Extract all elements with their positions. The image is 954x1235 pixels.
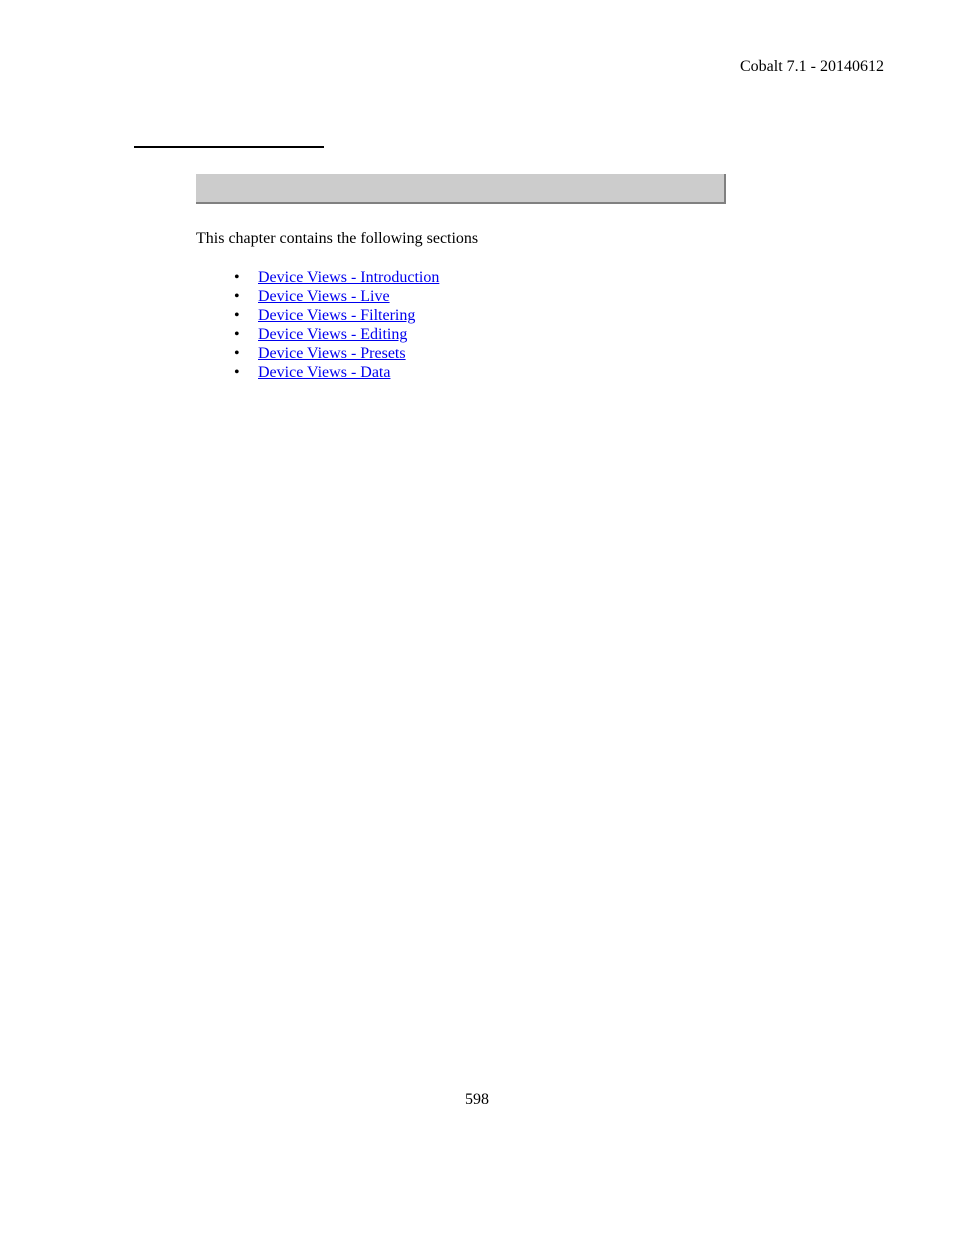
link-device-views-introduction[interactable]: Device Views - Introduction [258, 269, 439, 286]
page-number: 598 [0, 1091, 954, 1109]
list-item: Device Views - Data [228, 363, 439, 382]
divider-rule [134, 146, 324, 148]
list-item: Device Views - Presets [228, 344, 439, 363]
list-item: Device Views - Editing [228, 325, 439, 344]
section-link-list: Device Views - Introduction Device Views… [228, 268, 439, 382]
link-device-views-live[interactable]: Device Views - Live [258, 288, 390, 305]
section-title-bar [196, 174, 726, 204]
chapter-intro-text: This chapter contains the following sect… [196, 230, 478, 248]
list-item: Device Views - Filtering [228, 306, 439, 325]
link-device-views-presets[interactable]: Device Views - Presets [258, 345, 406, 362]
list-item: Device Views - Introduction [228, 268, 439, 287]
link-device-views-data[interactable]: Device Views - Data [258, 364, 390, 381]
link-device-views-editing[interactable]: Device Views - Editing [258, 326, 407, 343]
link-device-views-filtering[interactable]: Device Views - Filtering [258, 307, 415, 324]
document-header-version: Cobalt 7.1 - 20140612 [740, 58, 884, 76]
list-item: Device Views - Live [228, 287, 439, 306]
